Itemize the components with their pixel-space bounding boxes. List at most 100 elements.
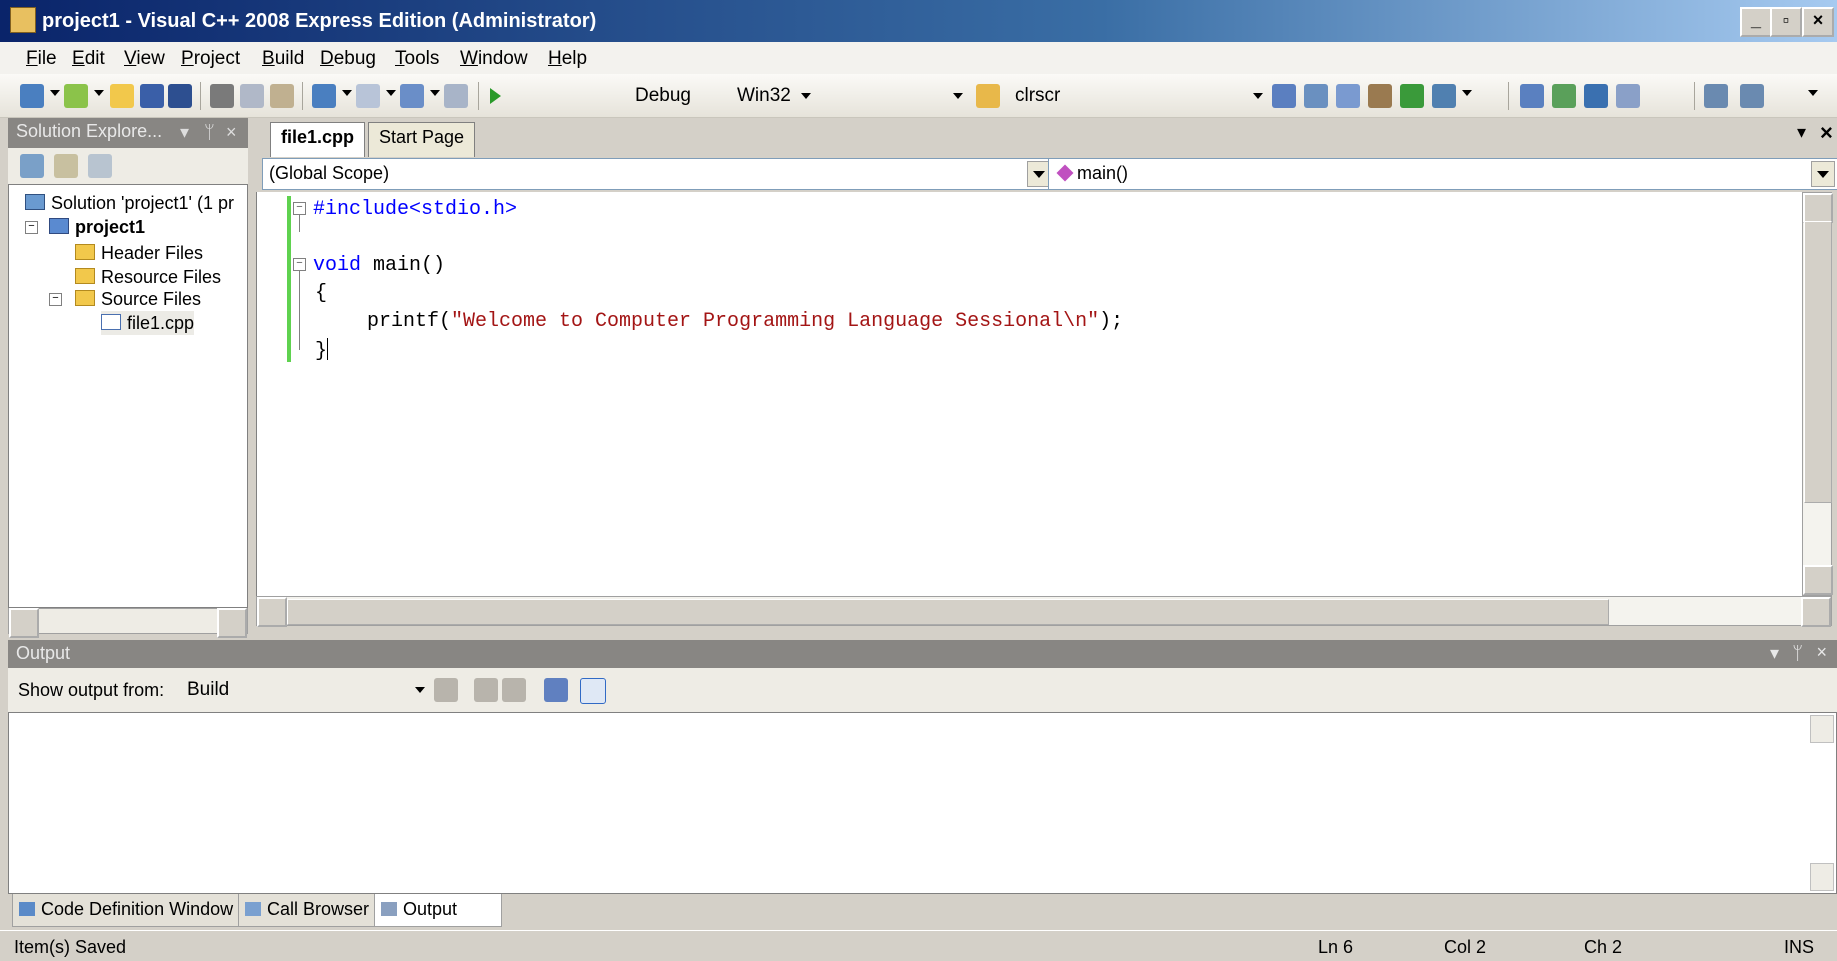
show-all-files-icon[interactable] <box>20 154 44 178</box>
scroll-right-icon[interactable] <box>217 608 247 638</box>
code-line[interactable]: #include<stdio.h> <box>313 198 517 221</box>
collapse-icon[interactable]: − <box>49 293 62 306</box>
scroll-left-icon[interactable] <box>9 608 39 638</box>
find-icon[interactable] <box>1272 84 1296 108</box>
output-source-select[interactable]: Build <box>180 676 430 706</box>
tab-output[interactable]: Output <box>374 894 502 927</box>
scroll-right-icon[interactable] <box>1801 597 1831 627</box>
scroll-thumb[interactable] <box>1804 221 1832 503</box>
copy-icon[interactable] <box>240 84 264 108</box>
find-combo[interactable]: clrscr <box>1008 82 1268 112</box>
chevron-down-icon[interactable]: ▾ <box>1797 122 1806 143</box>
cut-icon[interactable] <box>210 84 234 108</box>
complete-word-icon[interactable] <box>1616 84 1640 108</box>
chevron-down-icon[interactable] <box>1811 161 1835 187</box>
chevron-down-icon[interactable] <box>342 90 352 96</box>
tree-item-project[interactable]: project1 <box>49 215 145 239</box>
member-select[interactable]: main() <box>1048 158 1837 190</box>
outline-icon[interactable] <box>1552 84 1576 108</box>
word-wrap-icon[interactable] <box>580 678 606 704</box>
tree-item-solution[interactable]: Solution 'project1' (1 pr <box>25 191 234 215</box>
code-line[interactable]: } <box>315 338 329 363</box>
properties-icon[interactable] <box>54 154 78 178</box>
class-view-icon[interactable] <box>1400 84 1424 108</box>
tab-file1-cpp[interactable]: file1.cpp <box>270 122 366 157</box>
menu-help[interactable]: Help <box>548 48 587 70</box>
solution-explorer-hscroll[interactable] <box>8 608 248 638</box>
text-editor-icon[interactable] <box>1520 84 1544 108</box>
new-project-icon[interactable] <box>20 84 44 108</box>
decrease-indent-icon[interactable] <box>1704 84 1728 108</box>
close-icon[interactable]: × <box>1816 642 1827 663</box>
open-file-icon[interactable] <box>110 84 134 108</box>
solution-explorer-icon[interactable] <box>1304 84 1328 108</box>
chevron-down-icon[interactable]: ▾ <box>1770 643 1779 664</box>
collapse-icon[interactable]: − <box>25 221 38 234</box>
platform-select[interactable]: Win32 <box>730 82 968 112</box>
menu-tools[interactable]: Tools <box>395 48 439 70</box>
menu-window[interactable]: Window <box>460 48 528 70</box>
toolbox-icon[interactable] <box>1368 84 1392 108</box>
close-document-icon[interactable]: × <box>1820 120 1833 146</box>
menu-project[interactable]: Project <box>181 48 240 70</box>
properties-icon[interactable] <box>1336 84 1360 108</box>
code-line[interactable]: printf("Welcome to Computer Programming … <box>367 310 1123 333</box>
editor-vscroll[interactable] <box>1802 192 1833 596</box>
chevron-down-icon[interactable] <box>386 90 396 96</box>
refresh-icon[interactable] <box>88 154 112 178</box>
menu-view[interactable]: View <box>124 48 165 70</box>
scroll-down-icon[interactable] <box>1810 863 1834 891</box>
chevron-down-icon[interactable] <box>430 90 440 96</box>
menu-debug[interactable]: Debug <box>320 48 376 70</box>
scope-select[interactable]: (Global Scope) <box>262 158 1054 190</box>
minimize-button[interactable]: _ <box>1740 7 1772 37</box>
close-icon[interactable]: × <box>226 122 237 143</box>
pin-icon[interactable]: ᛘ <box>204 122 215 143</box>
app-icon[interactable] <box>10 7 36 33</box>
output-pane[interactable] <box>8 712 1837 894</box>
find-message-icon[interactable] <box>434 678 458 702</box>
menu-build[interactable]: Build <box>262 48 304 70</box>
navigate-backward-icon[interactable] <box>400 84 424 108</box>
scroll-up-icon[interactable] <box>1810 715 1834 743</box>
scroll-left-icon[interactable] <box>257 597 287 627</box>
chevron-down-icon[interactable]: ▾ <box>180 122 189 143</box>
editor-hscroll[interactable] <box>256 596 1832 627</box>
code-editor[interactable]: − − #include<stdio.h> void main() { prin… <box>256 192 1802 596</box>
tree-item-file1-cpp[interactable]: file1.cpp <box>101 311 195 335</box>
scroll-thumb[interactable] <box>287 599 1609 625</box>
tree-item-header-files[interactable]: Header Files <box>75 241 203 265</box>
add-item-icon[interactable] <box>64 84 88 108</box>
redo-icon[interactable] <box>356 84 380 108</box>
scroll-up-icon[interactable] <box>1803 193 1833 223</box>
increase-indent-icon[interactable] <box>1740 84 1764 108</box>
tab-code-definition-window[interactable]: Code Definition Window <box>12 894 274 927</box>
save-all-icon[interactable] <box>168 84 192 108</box>
code-line[interactable]: { <box>315 282 327 305</box>
start-debugging-icon[interactable] <box>490 88 501 104</box>
menu-file[interactable]: File <box>26 48 57 70</box>
save-icon[interactable] <box>140 84 164 108</box>
chevron-down-icon[interactable] <box>50 90 60 96</box>
tree-item-source-files[interactable]: Source Files <box>75 287 201 311</box>
clear-all-icon[interactable] <box>544 678 568 702</box>
close-button[interactable]: × <box>1802 7 1834 37</box>
navigate-forward-icon[interactable] <box>444 84 468 108</box>
next-message-icon[interactable] <box>502 678 526 702</box>
tab-start-page[interactable]: Start Page <box>368 122 476 157</box>
menu-edit[interactable]: Edit <box>72 48 105 70</box>
find-in-files-icon[interactable] <box>976 84 1000 108</box>
pin-icon[interactable]: ᛘ <box>1792 643 1803 664</box>
chevron-down-icon[interactable] <box>94 90 104 96</box>
code-line[interactable]: void main() <box>313 254 445 277</box>
toolbar-overflow-icon[interactable] <box>1808 90 1818 96</box>
scroll-down-icon[interactable] <box>1803 565 1833 595</box>
chevron-down-icon[interactable] <box>1462 90 1472 96</box>
paste-icon[interactable] <box>270 84 294 108</box>
undo-icon[interactable] <box>312 84 336 108</box>
previous-message-icon[interactable] <box>474 678 498 702</box>
command-window-icon[interactable] <box>1432 84 1456 108</box>
tree-item-resource-files[interactable]: Resource Files <box>75 265 221 289</box>
maximize-button[interactable]: ▫ <box>1770 7 1802 37</box>
list-members-icon[interactable] <box>1584 84 1608 108</box>
